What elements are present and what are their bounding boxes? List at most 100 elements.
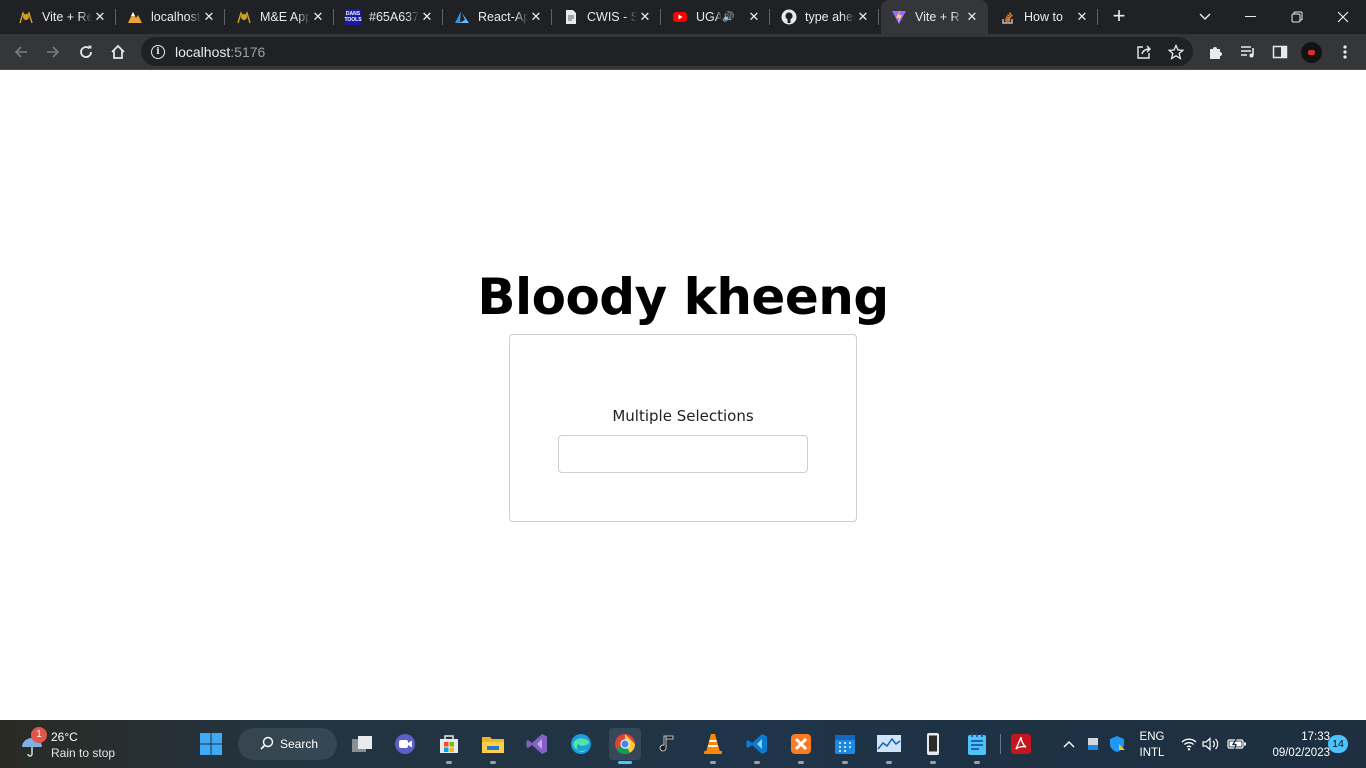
share-icon[interactable] [1134,42,1154,62]
edge-browser-icon[interactable] [565,728,597,760]
running-indicator [618,761,632,764]
github-icon [781,9,797,25]
volume-icon[interactable] [1202,720,1220,768]
site-info-icon[interactable]: i [151,44,165,59]
microsoft-store-icon[interactable] [433,728,465,764]
notepad-icon[interactable] [961,728,993,764]
vlc-player-icon[interactable] [697,728,729,764]
uganda-coat-of-arms-icon [236,9,252,25]
resource-monitor-icon[interactable] [873,728,905,764]
security-shield-icon[interactable] [1107,720,1127,768]
phone-link-icon[interactable] [917,728,949,764]
forward-button[interactable] [39,38,67,66]
media-control-icon[interactable] [1234,38,1262,66]
running-indicator [710,761,716,764]
running-indicator [842,761,848,764]
battery-charging-icon[interactable] [1226,720,1248,768]
running-indicator [798,761,804,764]
clock-time: 17:33 [1301,731,1330,743]
tab-close-icon[interactable]: ✕ [310,9,326,25]
windows-taskbar: 1 26°C Rain to stop Search ENG INTL 17:3… [0,720,1366,768]
wifi-icon[interactable] [1180,720,1198,768]
tab-separator [442,9,443,25]
tab-close-icon[interactable]: ✕ [746,9,762,25]
running-indicator [974,761,980,764]
task-view-icon[interactable] [346,728,378,760]
audio-playing-icon[interactable]: 🔊 [722,12,734,23]
typeahead-input[interactable] [558,435,808,473]
tab-close-icon[interactable]: ✕ [528,9,544,25]
running-indicator [754,761,760,764]
tab-close-icon[interactable]: ✕ [1074,9,1090,25]
tab-separator [878,9,879,25]
tab-react-app[interactable]: React-App ✕ [444,0,552,34]
system-clock[interactable]: 17:33 09/02/2023 [1252,729,1330,761]
vscode-icon[interactable] [741,728,773,764]
tab-title: localhost [151,10,201,24]
usb-device-icon[interactable] [1084,720,1102,768]
azure-icon [454,9,470,25]
tab-separator [660,9,661,25]
tab-title: How to [1024,10,1063,24]
tab-how-to[interactable]: How to ✕ [990,0,1098,34]
address-bar[interactable]: i localhost:5176 [141,37,1193,66]
tab-close-icon[interactable]: ✕ [419,9,435,25]
tab-me-app[interactable]: M&E App ✕ [226,0,334,34]
calendar-icon[interactable] [829,728,861,764]
bookmark-star-icon[interactable] [1166,42,1186,62]
mountain-logo-icon [127,9,143,25]
restore-button[interactable] [1274,0,1320,34]
multiple-selections-label: Multiple Selections [612,407,754,425]
minimize-button[interactable] [1228,0,1274,34]
tab-vite-react-1[interactable]: Vite + React ✕ [8,0,116,34]
tab-close-icon[interactable]: ✕ [637,9,653,25]
visual-studio-icon[interactable] [521,728,553,760]
tab-separator [333,9,334,25]
weather-alert-badge: 1 [31,727,47,743]
tab-color-65a637[interactable]: DANS TOOLS #65A637 ✕ [335,0,443,34]
chrome-icon[interactable] [609,728,641,764]
document-icon [563,9,579,25]
notification-count-badge[interactable]: 14 [1328,735,1348,753]
input-language-indicator[interactable]: ENG INTL [1132,729,1172,761]
home-button[interactable] [104,38,132,66]
xampp-icon[interactable] [785,728,817,764]
tab-title: type ahead [805,10,855,24]
uganda-coat-of-arms-icon [18,9,34,25]
page-title: Bloody kheeng [477,268,889,326]
tab-search-button[interactable] [1182,0,1228,34]
tab-separator [551,9,552,25]
close-window-button[interactable] [1320,0,1366,34]
weather-widget[interactable]: 1 26°C Rain to stop [16,726,156,764]
tab-close-icon[interactable]: ✕ [201,9,217,25]
search-label: Search [280,737,319,751]
file-explorer-icon[interactable] [477,728,509,764]
address-url[interactable]: localhost:5176 [175,44,265,60]
profile-avatar[interactable] [1301,42,1322,63]
back-button[interactable] [7,38,35,66]
vite-icon [891,9,907,25]
tab-type-ahead[interactable]: type ahead ✕ [771,0,879,34]
browser-toolbar: i localhost:5176 [0,34,1366,70]
tab-close-icon[interactable]: ✕ [92,9,108,25]
tab-localhost[interactable]: localhost ✕ [117,0,225,34]
tab-cwis[interactable]: CWIS - S ✕ [553,0,661,34]
tab-youtube-uga[interactable]: UGA 🔊 ✕ [662,0,770,34]
avatar-image [1308,50,1315,55]
teams-chat-icon[interactable] [389,728,421,760]
tab-close-icon[interactable]: ✕ [964,9,980,25]
extensions-puzzle-icon[interactable] [1202,38,1230,66]
side-panel-icon[interactable] [1266,38,1294,66]
weather-condition: Rain to stop [51,746,116,760]
tab-close-icon[interactable]: ✕ [855,9,871,25]
start-button[interactable] [195,728,227,760]
taskbar-search[interactable]: Search [238,728,337,760]
reload-button[interactable] [72,38,100,66]
new-tab-button[interactable]: + [1107,5,1131,29]
tab-title: Vite + React [42,10,92,24]
music-app-icon[interactable] [653,728,685,760]
tab-vite-react-active[interactable]: Vite + R ✕ [881,0,988,34]
show-hidden-icons-chevron[interactable] [1060,720,1078,768]
chrome-menu-icon[interactable] [1331,38,1359,66]
acrobat-reader-icon[interactable] [1005,728,1037,760]
